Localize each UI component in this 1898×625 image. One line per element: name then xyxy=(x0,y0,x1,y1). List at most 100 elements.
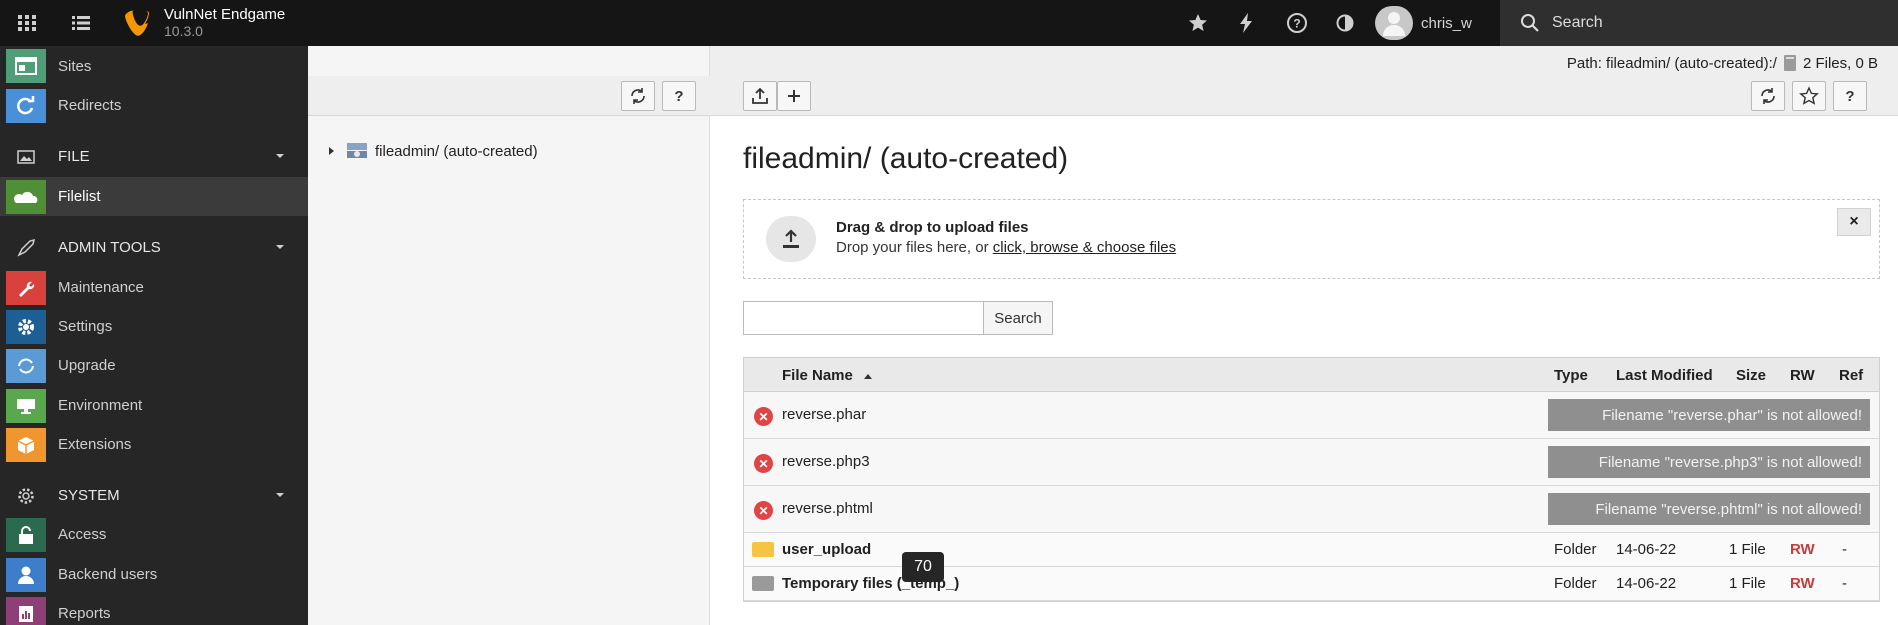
sidebar-item-backend-users[interactable]: Backend users xyxy=(0,555,308,594)
bookmarks-button[interactable] xyxy=(1178,0,1218,46)
environment-icon xyxy=(6,388,46,423)
path-label: Path: fileadmin/ (auto-created):/ xyxy=(1566,54,1777,72)
module-menu-button[interactable] xyxy=(0,0,54,46)
error-icon: ✕ xyxy=(754,501,773,520)
tree-toolbar: ? xyxy=(308,76,710,116)
plus-icon xyxy=(788,90,800,102)
bookmark-button[interactable] xyxy=(1792,81,1826,111)
path-info: Path: fileadmin/ (auto-created):/ 2 File… xyxy=(1567,54,1878,72)
wrench-icon xyxy=(6,270,46,305)
list-menu-button[interactable] xyxy=(54,0,108,46)
col-size: Size xyxy=(1736,367,1767,384)
clear-cache-button[interactable] xyxy=(1226,0,1266,46)
typo3-logo-icon xyxy=(125,10,149,36)
refresh-icon xyxy=(1761,88,1775,104)
sidebar-item-label: Environment xyxy=(58,397,143,414)
upload-dropzone[interactable]: Drag & drop to upload files Drop your fi… xyxy=(743,199,1880,279)
grid-icon xyxy=(18,15,36,31)
sidebar-item-access[interactable]: Access xyxy=(0,515,308,554)
context-help-button[interactable]: ? xyxy=(1833,81,1867,111)
sidebar-item-upgrade[interactable]: Upgrade xyxy=(0,346,308,385)
file-name: reverse.php3 xyxy=(782,453,870,470)
sidebar-item-label: Sites xyxy=(58,57,92,75)
folder-size: 1 File xyxy=(1729,575,1766,592)
file-search-button[interactable]: Search xyxy=(983,301,1053,335)
sidebar-item-reports[interactable]: Reports xyxy=(0,594,308,625)
sidebar-item-settings[interactable]: Settings xyxy=(0,307,308,346)
col-file-name[interactable]: File Name xyxy=(782,367,873,384)
file-search-input[interactable] xyxy=(743,301,985,335)
sidebar-group-file[interactable]: FILE xyxy=(0,137,308,176)
browse-files-link[interactable]: click, browse & choose files xyxy=(993,239,1176,256)
storage-small-icon xyxy=(1783,55,1796,71)
redirect-icon xyxy=(6,88,46,123)
page-title: fileadmin/ (auto-created) xyxy=(743,142,1069,175)
tree-refresh-button[interactable] xyxy=(621,81,655,111)
star-outline-icon xyxy=(1799,86,1819,105)
sidebar-group-label: SYSTEM xyxy=(58,487,120,504)
sidebar-item-environment[interactable]: Environment xyxy=(0,386,308,425)
sidebar-item-label: Access xyxy=(58,526,107,543)
sidebar-item-label: Extensions xyxy=(58,436,132,453)
list-icon xyxy=(72,16,90,30)
system-gear-icon xyxy=(6,479,46,513)
sidebar-item-maintenance[interactable]: Maintenance xyxy=(0,268,308,307)
tooltip: 70 xyxy=(902,552,944,582)
sidebar-item-label: Upgrade xyxy=(58,357,116,374)
col-last-modified: Last Modified xyxy=(1616,367,1713,384)
upload-circle-icon[interactable] xyxy=(766,216,816,262)
refresh-icon xyxy=(631,88,645,104)
folder-name[interactable]: user_upload xyxy=(782,541,871,558)
extensions-icon xyxy=(6,427,46,462)
help-circle-icon: ? xyxy=(1287,13,1307,33)
dropzone-title: Drag & drop to upload files xyxy=(836,219,1029,236)
dropzone-close-button[interactable]: × xyxy=(1837,208,1871,236)
file-count: 2 Files, 0 B xyxy=(1802,54,1878,72)
folder-type: Folder xyxy=(1554,575,1597,592)
help-button[interactable]: ? xyxy=(1277,0,1317,46)
question-icon: ? xyxy=(674,87,684,105)
upload-button[interactable] xyxy=(743,81,777,111)
bolt-icon xyxy=(1240,13,1252,33)
new-button[interactable] xyxy=(777,81,811,111)
folder-temp-icon xyxy=(752,576,774,591)
app-logo[interactable]: VulnNet Endgame 10.3.0 xyxy=(110,0,310,46)
sidebar-group-system[interactable]: SYSTEM xyxy=(0,476,308,515)
error-message: Filename "reverse.php3" is not allowed! xyxy=(1548,446,1870,478)
folder-rw: RW xyxy=(1790,541,1815,558)
system-info-button[interactable] xyxy=(1325,0,1365,46)
sites-icon xyxy=(6,49,46,83)
tree-node-fileadmin[interactable]: fileadmin/ (auto-created) xyxy=(328,142,538,160)
sidebar-group-admin-tools[interactable]: ADMIN TOOLS xyxy=(0,228,308,267)
col-type: Type xyxy=(1554,367,1588,384)
user-menu[interactable]: chris_w xyxy=(1375,0,1472,46)
table-row[interactable]: ✕ reverse.php3 Filename "reverse.php3" i… xyxy=(744,439,1879,486)
file-name: reverse.phtml xyxy=(782,500,873,517)
folder-modified: 14-06-22 xyxy=(1616,541,1677,558)
upgrade-icon xyxy=(6,348,46,383)
sidebar-item-label: Reports xyxy=(58,605,111,622)
col-rw: RW xyxy=(1790,367,1815,384)
table-row[interactable]: ✕ reverse.phar Filename "reverse.phar" i… xyxy=(744,392,1879,439)
sidebar-item-sites[interactable]: Sites xyxy=(0,46,308,86)
user-icon xyxy=(6,557,46,592)
caret-right-icon[interactable] xyxy=(328,146,336,156)
sort-asc-icon xyxy=(864,374,873,379)
user-avatar-icon xyxy=(1383,12,1405,36)
folder-modified: 14-06-22 xyxy=(1616,575,1677,592)
star-icon xyxy=(1189,14,1207,31)
table-row[interactable]: ✕ reverse.phtml Filename "reverse.phtml"… xyxy=(744,486,1879,533)
svg-text:?: ? xyxy=(1293,17,1300,31)
live-search[interactable]: Search xyxy=(1500,0,1898,46)
error-message: Filename "reverse.phtml" is not allowed! xyxy=(1548,493,1870,525)
tree-help-button[interactable]: ? xyxy=(662,81,696,111)
sidebar-item-extensions[interactable]: Extensions xyxy=(0,425,308,464)
docheader: Path: fileadmin/ (auto-created):/ 2 File… xyxy=(710,46,1898,116)
sidebar-item-redirects[interactable]: Redirects xyxy=(0,86,308,125)
app-name: VulnNet Endgame xyxy=(164,6,286,23)
folder-icon xyxy=(752,542,774,557)
reload-button[interactable] xyxy=(1751,81,1785,111)
sidebar-item-filelist[interactable]: Filelist xyxy=(0,177,308,216)
half-circle-icon xyxy=(1336,14,1354,32)
reports-icon xyxy=(6,596,46,625)
